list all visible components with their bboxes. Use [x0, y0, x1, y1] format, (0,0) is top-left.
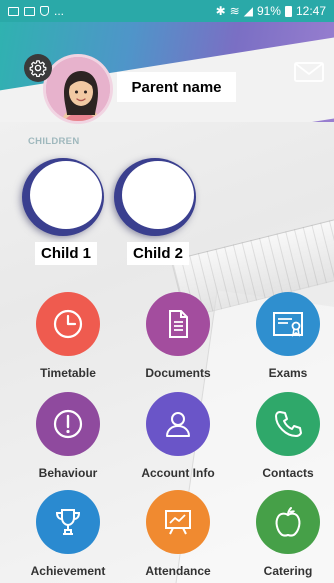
menu-tile-label: Behaviour [38, 466, 98, 480]
shield-icon [40, 6, 49, 16]
menu-tile-label: Contacts [262, 466, 314, 480]
menu-tile-circle [36, 392, 100, 456]
child-card-2[interactable]: Child 2 [121, 155, 195, 265]
app-screen: ... ✱ ≋ ◢ 91% 12:47 Parent name CHILDREN… [0, 0, 334, 583]
menu-tile-circle [146, 490, 210, 554]
settings-button[interactable] [24, 54, 52, 82]
menu-tile-attendance[interactable]: Attendance [128, 490, 228, 583]
signal-icon: ◢ [243, 4, 253, 18]
phone-icon [275, 411, 302, 437]
menu-tile-circle [146, 292, 210, 356]
status-bar: ... ✱ ≋ ◢ 91% 12:47 [0, 0, 334, 22]
menu-tile-circle [36, 292, 100, 356]
certificate-icon [273, 312, 303, 337]
menu-tile-circle [256, 490, 320, 554]
menu-tile-label: Timetable [40, 366, 96, 380]
parent-avatar[interactable] [43, 54, 113, 124]
alert-icon [53, 409, 83, 439]
menu-tile-label: Achievement [30, 564, 106, 578]
trophy-icon [55, 509, 81, 535]
children-section-label: CHILDREN [28, 136, 80, 147]
menu-tile-account-info[interactable]: Account Info [128, 392, 228, 492]
child-name: Child 2 [126, 242, 189, 265]
user-icon [166, 412, 190, 437]
menu-tile-label: Documents [145, 366, 211, 380]
chart-board-icon [165, 510, 191, 535]
menu-tile-circle [36, 490, 100, 554]
apple-icon [275, 507, 301, 537]
menu-tile-label: Exams [268, 366, 308, 380]
menu-tile-circle [256, 392, 320, 456]
menu-tile-behaviour[interactable]: Behaviour [18, 392, 118, 492]
child-name: Child 1 [34, 242, 97, 265]
menu-tile-achievement[interactable]: Achievement [18, 490, 118, 583]
child-avatar [122, 161, 194, 229]
clock-time: 12:47 [295, 4, 326, 18]
screen-icon [8, 6, 19, 16]
child-avatar [30, 161, 102, 229]
battery-percent: 91% [256, 4, 281, 18]
document-icon [169, 310, 188, 338]
menu-tile-circle [256, 292, 320, 356]
menu-tile-documents[interactable]: Documents [128, 292, 228, 392]
bluetooth-icon: ✱ [215, 4, 226, 18]
parent-name: Parent name [117, 72, 236, 102]
menu-tile-contacts[interactable]: Contacts [238, 392, 334, 492]
mail-notification-icon [24, 6, 35, 16]
wifi-icon: ≋ [229, 4, 240, 18]
menu-tile-label: Account Info [141, 466, 215, 480]
menu-tile-label: Attendance [145, 564, 211, 578]
menu-tile-circle [146, 392, 210, 456]
menu-tile-timetable[interactable]: Timetable [18, 292, 118, 392]
mail-icon [294, 62, 324, 82]
menu-tile-catering[interactable]: Catering [238, 490, 334, 583]
child-card-1[interactable]: Child 1 [29, 155, 103, 265]
status-ellipsis: ... [54, 4, 65, 18]
gear-icon [29, 60, 47, 77]
status-system: ✱ ≋ ◢ 91% 12:47 [216, 4, 326, 18]
menu-tile-label: Catering [263, 564, 313, 578]
status-notifications: ... [8, 4, 64, 18]
battery-icon [284, 5, 292, 17]
menu-tile-exams[interactable]: Exams [238, 292, 334, 392]
clock-icon [53, 309, 83, 339]
messages-button[interactable] [293, 60, 325, 84]
